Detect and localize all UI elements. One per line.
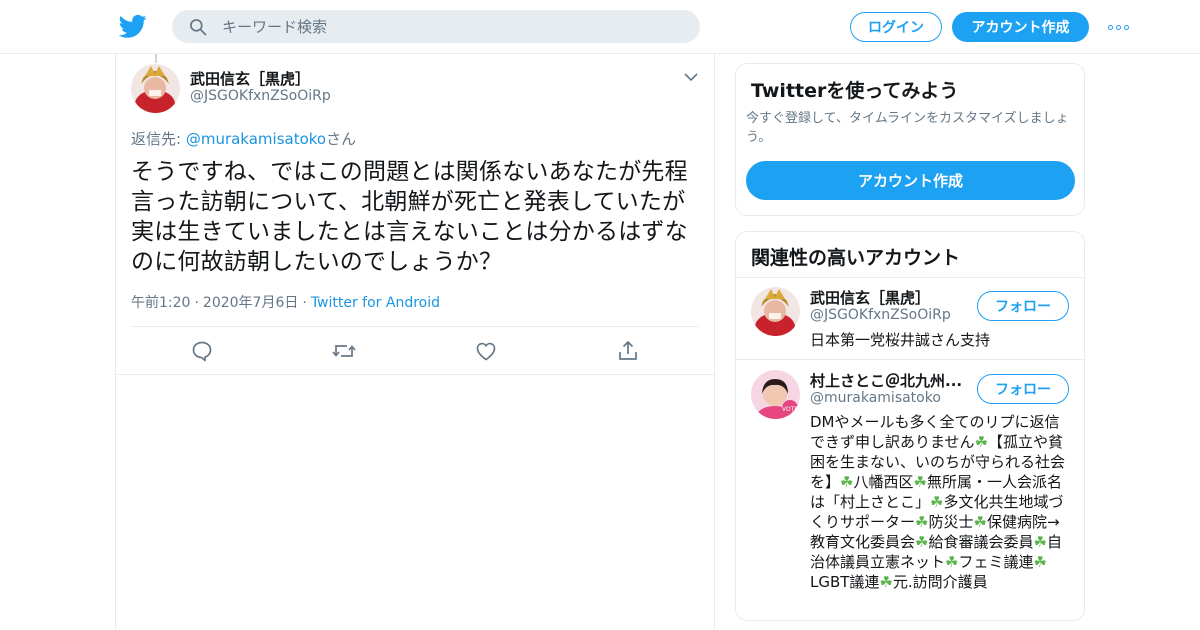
chevron-down-icon[interactable]: [683, 70, 699, 84]
reply-prefix: 返信先:: [131, 130, 186, 148]
search-icon: [190, 19, 207, 36]
follow-button[interactable]: フォロー: [977, 291, 1069, 321]
svg-text:VOTE: VOTE: [782, 406, 798, 413]
avatar[interactable]: VOTE: [751, 370, 800, 419]
avatar[interactable]: [751, 287, 800, 336]
retweet-icon[interactable]: [332, 339, 356, 363]
signup-card-button[interactable]: アカウント作成: [746, 161, 1075, 200]
clover-icon: ☘: [973, 513, 987, 531]
clover-icon: ☘: [930, 493, 944, 511]
bio-text: フェミ議連: [958, 553, 1034, 571]
more-options-icon[interactable]: [1106, 16, 1130, 38]
account-name[interactable]: 村上さとこ＠北九州...: [810, 370, 970, 391]
clover-icon: ☘: [913, 473, 927, 491]
reply-suffix: さん: [326, 130, 357, 148]
reply-to-line: 返信先: @murakamisatokoさん: [131, 128, 356, 149]
divider: [736, 277, 1084, 278]
twitter-bird-logo-icon[interactable]: [119, 12, 147, 40]
signup-button[interactable]: アカウント作成: [952, 12, 1089, 42]
bio-text: LGBT議連: [810, 573, 880, 591]
tweet-author-name[interactable]: 武田信玄［黒虎］: [190, 68, 310, 89]
reply-icon[interactable]: [190, 339, 214, 363]
clover-icon: ☘: [1033, 533, 1047, 551]
tweet-text: そうですね、ではこの問題とは関係ないあなたが先程言った訪朝について、北朝鮮が死亡…: [131, 159, 688, 275]
related-accounts-card: 関連性の高いアカウント 武田信玄［黒虎］ @JSGOKfxnZSoOiRp フォ…: [735, 231, 1085, 621]
bio-text: 八幡西区: [853, 473, 914, 491]
account-handle[interactable]: @JSGOKfxnZSoOiRp: [810, 307, 951, 323]
reply-mention-link[interactable]: @murakamisatoko: [186, 130, 326, 148]
like-heart-icon[interactable]: [474, 339, 498, 363]
search-input[interactable]: [222, 10, 682, 43]
tweet-metadata: 午前1:20 · 2020年7月6日 · Twitter for Android: [131, 295, 441, 311]
clover-icon: ☘: [840, 473, 854, 491]
login-button[interactable]: ログイン: [850, 12, 942, 42]
signup-promo-card: Twitterを使ってみよう 今すぐ登録して、タイムラインをカスタマイズしましょ…: [735, 63, 1085, 216]
author-avatar[interactable]: [131, 64, 180, 113]
tweet-time[interactable]: 午前1:20: [131, 295, 190, 311]
share-icon[interactable]: [616, 339, 640, 363]
divider: [736, 359, 1084, 360]
clover-icon: ☘: [974, 433, 989, 451]
bio-text: 元.訪問介護員: [892, 573, 988, 591]
tweet-date[interactable]: 2020年7月6日: [203, 295, 298, 311]
related-accounts-title: 関連性の高いアカウント: [751, 247, 961, 269]
thread-connector-line: [155, 54, 157, 63]
bio-text: 防災士: [928, 513, 974, 531]
clover-icon: ☘: [915, 513, 929, 531]
follow-button[interactable]: フォロー: [977, 374, 1069, 404]
signup-card-description: 今すぐ登録して、タイムラインをカスタマイズしましょう。: [746, 111, 1069, 145]
top-navigation-bar: ログイン アカウント作成: [0, 0, 1200, 54]
clover-icon: ☘: [915, 533, 929, 551]
account-name[interactable]: 武田信玄［黒虎］: [810, 287, 930, 308]
search-box[interactable]: [172, 10, 700, 43]
account-handle[interactable]: @murakamisatoko: [810, 390, 941, 406]
clover-icon: ☘: [1033, 553, 1047, 571]
tweet-author-handle[interactable]: @JSGOKfxnZSoOiRp: [190, 88, 331, 104]
tweet-source-link[interactable]: Twitter for Android: [311, 295, 440, 311]
clover-icon: ☘: [945, 553, 959, 571]
account-bio: DMやメールも多く全てのリプに返信できず申し訳ありません☘【孤立や貧困を生まない…: [810, 412, 1068, 592]
tweet-actions-bar: [116, 327, 714, 375]
bio-text: 給食審議会委員: [928, 533, 1034, 551]
clover-icon: ☘: [879, 573, 893, 591]
account-bio: 日本第一党桜井誠さん支持: [810, 331, 991, 349]
signup-card-title: Twitterを使ってみよう: [751, 80, 959, 102]
